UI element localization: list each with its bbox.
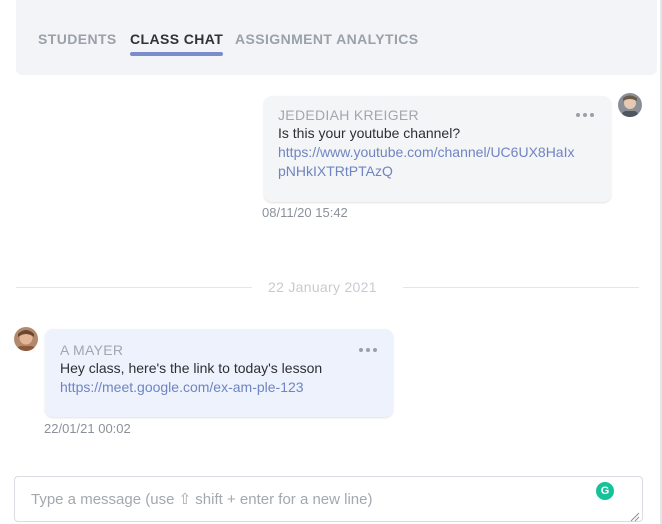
message-sender: JEDEDIAH KREIGER bbox=[278, 107, 419, 123]
tab-class-chat[interactable]: CLASS CHAT bbox=[130, 31, 224, 56]
message-link-continued[interactable]: pNHkIXTRtPTAzQ bbox=[278, 163, 393, 179]
message-input[interactable] bbox=[15, 477, 642, 521]
date-divider-label: 22 January 2021 bbox=[268, 279, 377, 295]
more-dots-icon[interactable] bbox=[576, 111, 596, 119]
message-link[interactable]: https://meet.google.com/ex-am-ple-123 bbox=[60, 379, 304, 395]
resize-handle-icon[interactable] bbox=[630, 512, 640, 522]
message-link[interactable]: https://www.youtube.com/channel/UC6UX8Ha… bbox=[278, 144, 574, 160]
message-bubble-incoming: A MAYER Hey class, here's the link to to… bbox=[45, 329, 393, 417]
message-timestamp: 08/11/20 15:42 bbox=[262, 205, 348, 220]
grammarly-icon[interactable]: G bbox=[596, 482, 614, 500]
user-avatar-icon bbox=[14, 327, 38, 351]
message-text: Is this your youtube channel? bbox=[278, 125, 461, 141]
tab-bar: STUDENTS CLASS CHAT ASSIGNMENT ANALYTICS bbox=[16, 0, 657, 75]
tab-class-chat-label: CLASS CHAT bbox=[130, 31, 224, 47]
active-tab-indicator bbox=[130, 52, 224, 56]
date-divider-line-left bbox=[16, 287, 252, 288]
sender-avatar[interactable] bbox=[618, 93, 642, 117]
date-divider-line-right bbox=[403, 287, 639, 288]
message-text: Hey class, here's the link to today's le… bbox=[60, 360, 323, 376]
sender-avatar[interactable] bbox=[14, 327, 38, 351]
message-bubble-outgoing: JEDEDIAH KREIGER Is this your youtube ch… bbox=[264, 96, 611, 202]
message-composer bbox=[14, 476, 643, 522]
message-timestamp: 22/01/21 00:02 bbox=[44, 421, 131, 436]
tab-assignment-analytics[interactable]: ASSIGNMENT ANALYTICS bbox=[235, 31, 419, 47]
message-sender: A MAYER bbox=[60, 342, 124, 358]
user-avatar-icon bbox=[618, 93, 642, 117]
more-dots-icon[interactable] bbox=[359, 346, 379, 354]
tab-students[interactable]: STUDENTS bbox=[38, 31, 117, 47]
